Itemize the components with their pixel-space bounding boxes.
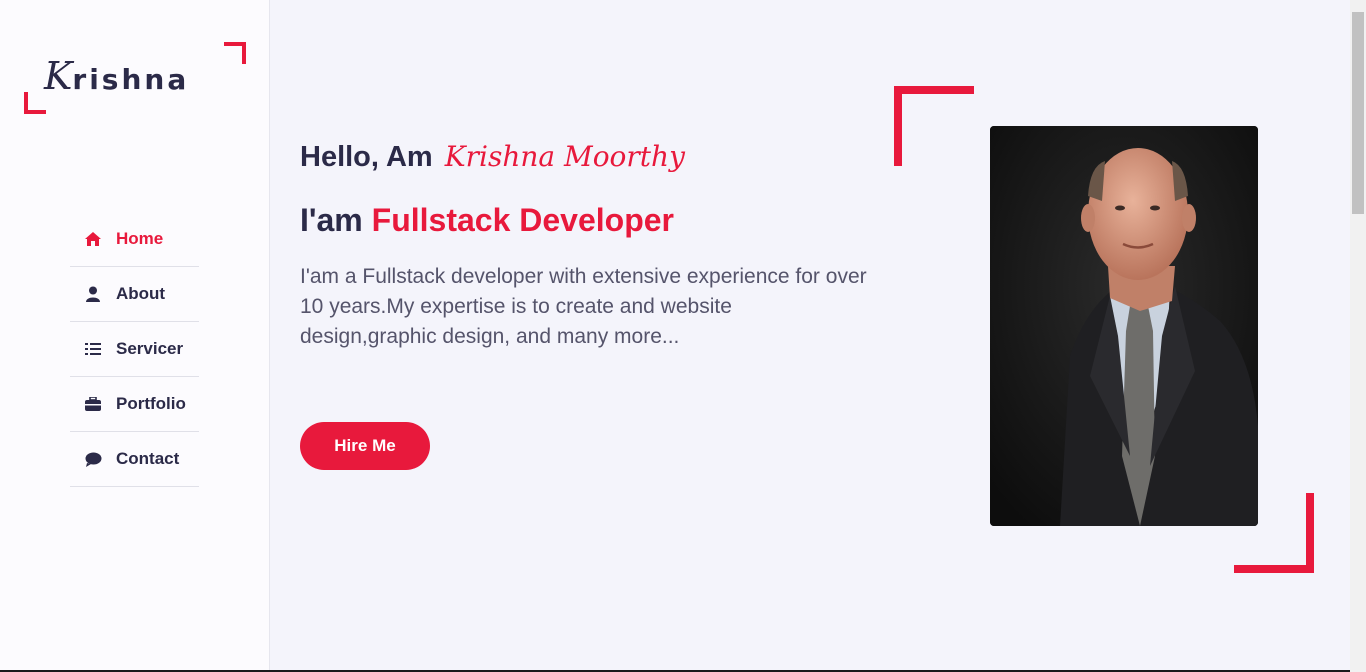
nav-item-servicer[interactable]: Servicer: [70, 322, 199, 377]
scrollbar-thumb[interactable]: [1352, 12, 1364, 214]
hero-role: I'am Fullstack Developer: [300, 202, 674, 239]
nav-item-label: Portfolio: [116, 394, 186, 413]
user-icon: [84, 285, 102, 303]
nav-item-label: About: [116, 284, 166, 303]
hero-description: I'am a Fullstack developer with extensiv…: [300, 265, 867, 348]
page-scrollbar[interactable]: [1350, 0, 1366, 672]
hero-name: Krishna Moorthy: [444, 140, 685, 173]
role-title: Fullstack Developer: [371, 202, 674, 238]
comment-icon: [84, 450, 102, 468]
photo-frame-corner-top-left: [894, 86, 974, 166]
hero-section: Hello, Am Krishna Moorthy I'am Fullstack…: [270, 0, 1350, 672]
logo-text: Krishna: [44, 52, 189, 104]
profile-photo: [990, 126, 1258, 526]
nav-item-portfolio[interactable]: Portfolio: [70, 377, 199, 432]
nav-item-label: Home: [116, 229, 164, 248]
nav-item-label: Servicer: [116, 339, 184, 358]
logo[interactable]: Krishna: [24, 42, 246, 114]
hero-greeting: Hello, Am Krishna Moorthy: [300, 140, 685, 174]
logo-initial: K: [44, 54, 73, 98]
greeting-text: Hello, Am: [300, 141, 433, 173]
logo-rest: rishna: [72, 63, 190, 96]
main-nav: Home About Servicer Portfolio Contact: [70, 212, 199, 487]
nav-item-label: Contact: [116, 449, 180, 468]
hire-me-button[interactable]: Hire Me: [300, 422, 430, 470]
nav-item-about[interactable]: About: [70, 267, 199, 322]
logo-corner-bottom-left: [24, 92, 46, 114]
home-icon: [84, 230, 102, 248]
logo-corner-top-right: [224, 42, 246, 64]
sidebar: Krishna Home About Servicer Portfolio Co…: [0, 0, 270, 672]
nav-item-contact[interactable]: Contact: [70, 432, 199, 487]
role-prefix: I'am: [300, 202, 363, 238]
briefcase-icon: [84, 395, 102, 413]
list-icon: [84, 340, 102, 358]
profile-photo-illustration: [990, 126, 1258, 526]
nav-item-home[interactable]: Home: [70, 212, 199, 267]
